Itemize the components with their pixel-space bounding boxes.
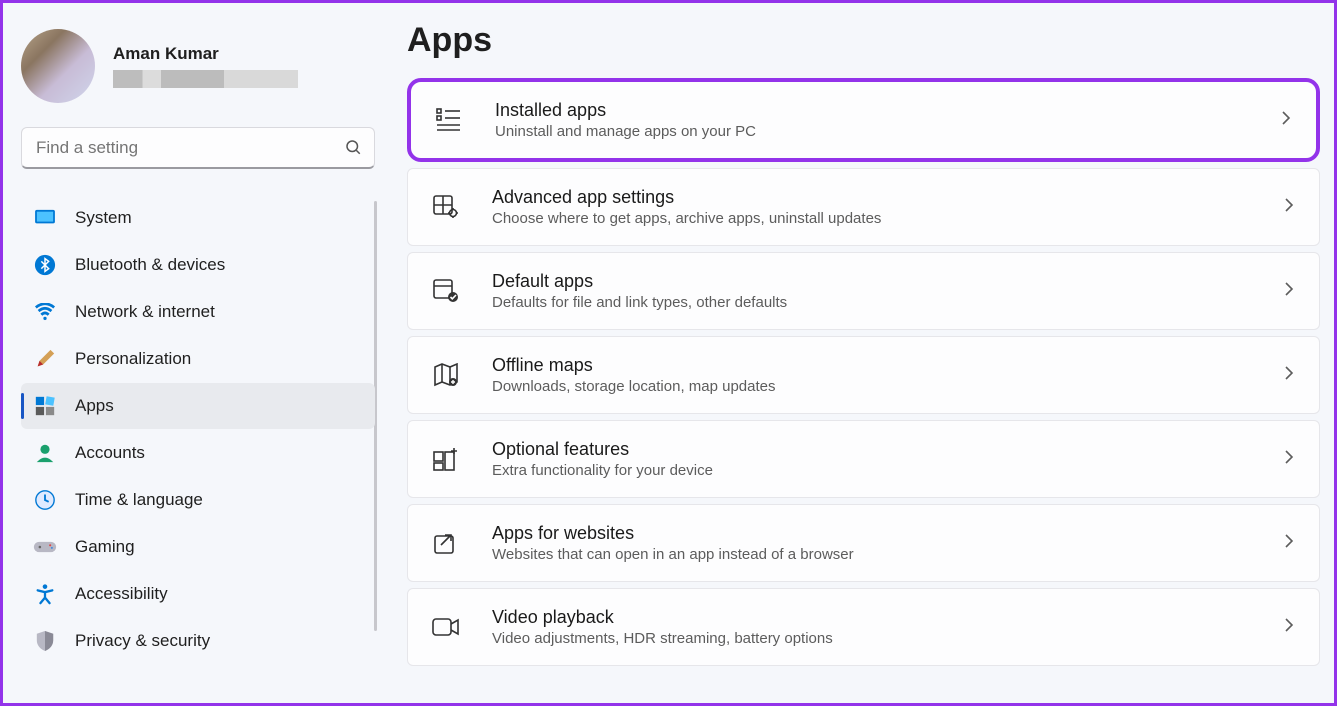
map-icon	[432, 361, 460, 389]
sidebar-item-label: System	[75, 208, 132, 228]
chevron-right-icon	[1280, 110, 1292, 131]
setting-desc: Downloads, storage location, map updates	[492, 378, 1251, 395]
sidebar-item-accounts[interactable]: Accounts	[21, 430, 375, 476]
setting-desc: Video adjustments, HDR streaming, batter…	[492, 630, 1251, 647]
setting-title: Apps for websites	[492, 523, 1251, 544]
setting-title: Installed apps	[495, 100, 1248, 121]
profile-name: Aman Kumar	[113, 44, 298, 64]
main-content: Apps Installed apps Uninstall and manage …	[393, 3, 1334, 703]
setting-default[interactable]: Default apps Defaults for file and link t…	[407, 252, 1320, 330]
app-plus-icon	[432, 445, 460, 473]
brush-icon	[33, 347, 57, 371]
setting-websites[interactable]: Apps for websites Websites that can open …	[407, 504, 1320, 582]
sidebar-item-time[interactable]: Time & language	[21, 477, 375, 523]
setting-maps[interactable]: Offline maps Downloads, storage location,…	[407, 336, 1320, 414]
setting-desc: Websites that can open in an app instead…	[492, 546, 1251, 563]
sidebar-item-accessibility[interactable]: Accessibility	[21, 571, 375, 617]
settings-search[interactable]	[21, 127, 375, 169]
profile-email-redacted	[113, 70, 298, 88]
chevron-right-icon	[1283, 617, 1295, 638]
sidebar-item-bluetooth[interactable]: Bluetooth & devices	[21, 242, 375, 288]
settings-list: Installed apps Uninstall and manage apps …	[407, 78, 1320, 666]
search-input[interactable]	[36, 138, 344, 158]
sidebar-item-label: Time & language	[75, 490, 203, 510]
gamepad-icon	[33, 535, 57, 559]
app-check-icon	[432, 277, 460, 305]
sidebar-item-label: Privacy & security	[75, 631, 210, 651]
person-icon	[33, 441, 57, 465]
sidebar-item-label: Network & internet	[75, 302, 215, 322]
sidebar-item-apps[interactable]: Apps	[21, 383, 375, 429]
avatar	[21, 29, 95, 103]
shield-icon	[33, 629, 57, 653]
setting-title: Video playback	[492, 607, 1251, 628]
sidebar-item-network[interactable]: Network & internet	[21, 289, 375, 335]
setting-desc: Uninstall and manage apps on your PC	[495, 123, 1248, 140]
setting-title: Advanced app settings	[492, 187, 1251, 208]
accessibility-icon	[33, 582, 57, 606]
sidebar: Aman Kumar System Bluetooth & devices Netw…	[3, 3, 393, 703]
setting-title: Offline maps	[492, 355, 1251, 376]
video-icon	[432, 613, 460, 641]
chevron-right-icon	[1283, 197, 1295, 218]
sidebar-item-label: Bluetooth & devices	[75, 255, 225, 275]
setting-title: Default apps	[492, 271, 1251, 292]
sidebar-item-label: Accessibility	[75, 584, 168, 604]
nav: System Bluetooth & devices Network & inter…	[21, 195, 375, 664]
chevron-right-icon	[1283, 365, 1295, 386]
sidebar-item-label: Gaming	[75, 537, 135, 557]
chevron-right-icon	[1283, 281, 1295, 302]
sidebar-item-label: Accounts	[75, 443, 145, 463]
setting-desc: Extra functionality for your device	[492, 462, 1251, 479]
bluetooth-icon	[33, 253, 57, 277]
search-icon	[344, 138, 364, 158]
setting-advanced[interactable]: Advanced app settings Choose where to get…	[407, 168, 1320, 246]
setting-installed[interactable]: Installed apps Uninstall and manage apps …	[407, 78, 1320, 162]
page-title: Apps	[407, 21, 1320, 60]
external-link-icon	[432, 529, 460, 557]
setting-desc: Choose where to get apps, archive apps, …	[492, 210, 1251, 227]
setting-title: Optional features	[492, 439, 1251, 460]
apps-icon	[33, 394, 57, 418]
profile-section[interactable]: Aman Kumar	[21, 25, 375, 117]
sidebar-item-system[interactable]: System	[21, 195, 375, 241]
sidebar-item-label: Personalization	[75, 349, 191, 369]
sidebar-item-gaming[interactable]: Gaming	[21, 524, 375, 570]
app-gear-icon	[432, 193, 460, 221]
setting-video[interactable]: Video playback Video adjustments, HDR str…	[407, 588, 1320, 666]
wifi-icon	[33, 300, 57, 324]
sidebar-item-privacy[interactable]: Privacy & security	[21, 618, 375, 664]
setting-desc: Defaults for file and link types, other …	[492, 294, 1251, 311]
clock-icon	[33, 488, 57, 512]
sidebar-item-label: Apps	[75, 396, 114, 416]
chevron-right-icon	[1283, 449, 1295, 470]
sidebar-item-personalization[interactable]: Personalization	[21, 336, 375, 382]
setting-optional[interactable]: Optional features Extra functionality for…	[407, 420, 1320, 498]
monitor-icon	[33, 206, 57, 230]
chevron-right-icon	[1283, 533, 1295, 554]
list-icon	[435, 106, 463, 134]
